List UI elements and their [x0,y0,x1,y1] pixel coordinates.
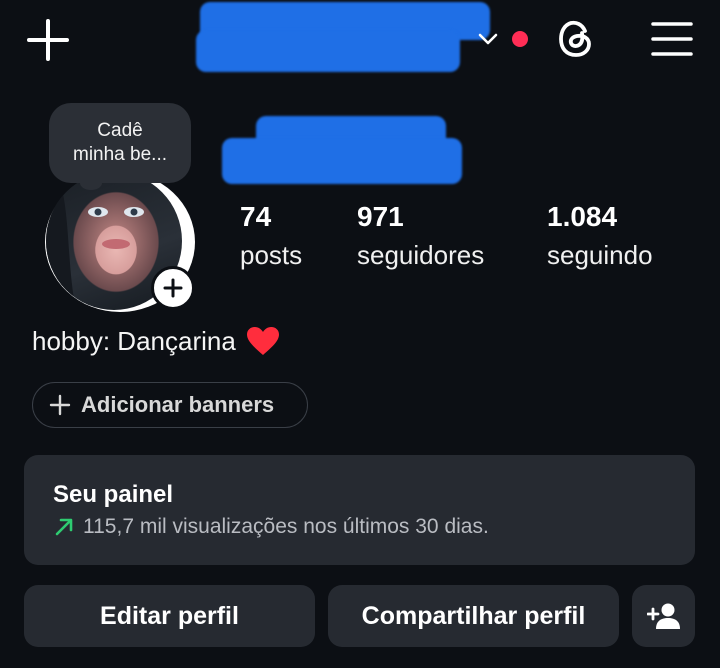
account-switcher[interactable] [476,28,500,50]
stat-label: seguindo [547,240,653,270]
add-story-button[interactable] [151,266,195,310]
bio-text: hobby: Dançarina [32,326,236,356]
stat-label: posts [240,240,303,270]
edit-profile-button[interactable]: Editar perfil [24,585,315,647]
dashboard-subtitle: 115,7 mil visualizações nos últimos 30 d… [53,515,489,539]
plus-icon [27,19,69,61]
dashboard-card[interactable] [24,455,695,565]
stat-value: 1.084 [547,201,618,232]
note-line: Cadê [97,120,143,141]
note-bubble[interactable]: Cadê minha be... [49,103,191,183]
plus-icon [49,394,71,416]
edit-profile-label: Editar perfil [100,601,239,630]
stat-following[interactable]: 1.084 seguindo [547,201,653,270]
stat-posts[interactable]: 74 posts [240,201,302,270]
chevron-down-icon [478,33,498,45]
share-profile-label: Compartilhar perfil [361,601,586,630]
threads-button[interactable] [556,18,596,60]
add-banners-button[interactable]: Adicionar banners [32,382,308,428]
name-redaction [222,138,462,184]
discover-people-button[interactable] [632,585,695,647]
create-button[interactable] [26,18,70,62]
menu-button[interactable] [651,20,693,58]
add-banners-label: Adicionar banners [81,392,275,417]
stat-value: 971 [357,201,404,232]
stat-label: seguidores [357,240,485,270]
stat-followers[interactable]: 971 seguidores [357,201,484,270]
share-profile-button[interactable]: Compartilhar perfil [328,585,619,647]
bio: hobby: Dançarina [32,324,280,358]
username-redaction [196,30,460,72]
threads-icon [559,20,591,57]
red-heart-icon [246,327,279,355]
plus-icon [163,278,183,298]
hamburger-menu-icon [651,22,693,56]
trend-up-icon [55,518,73,536]
stat-value: 74 [240,201,272,232]
add-person-icon [646,603,680,629]
dashboard-title: Seu painel [53,481,174,508]
notification-dot [512,31,528,47]
dashboard-views-text: 115,7 mil visualizações nos últimos 30 d… [83,515,489,538]
note-line: minha be... [73,144,167,165]
